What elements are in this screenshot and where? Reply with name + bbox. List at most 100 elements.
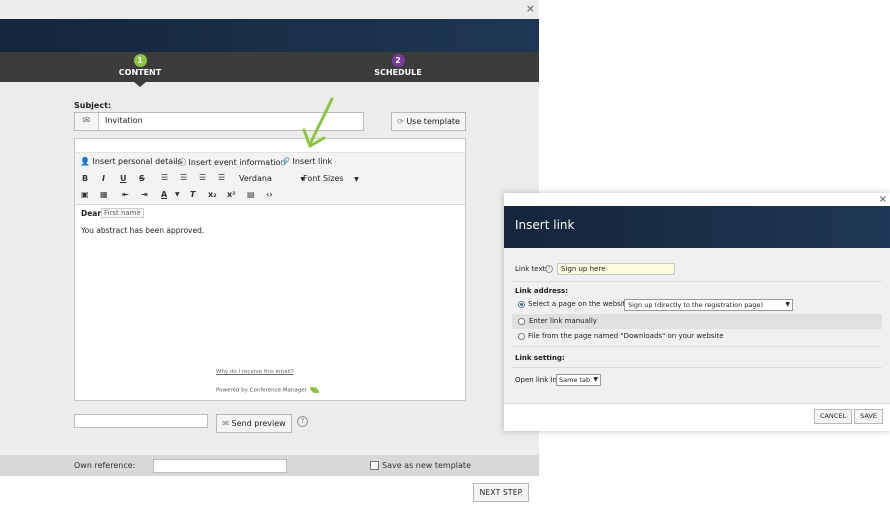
outdent-icon[interactable]: ⇤	[122, 190, 129, 199]
use-template-button[interactable]: ⟳ Use template	[391, 112, 466, 131]
step-number-badge: 1	[133, 54, 147, 67]
align-right-icon[interactable]: ☰	[199, 173, 206, 182]
divider	[512, 346, 882, 347]
step-label: CONTENT	[118, 68, 162, 77]
step-schedule[interactable]: 2 SCHEDULE	[358, 54, 438, 77]
enter-manually-label[interactable]: Enter link manually	[529, 317, 597, 325]
dialog-footer: CANCEL SAVE	[504, 403, 890, 431]
insert-link-dialog: × Insert link Link text: ? Sign up here …	[504, 193, 890, 431]
open-link-in-select[interactable]: Same tab ▼	[556, 374, 601, 386]
align-justify-icon[interactable]: ☰	[218, 173, 225, 182]
link-text-input[interactable]: Sign up here	[557, 263, 675, 275]
image-icon[interactable]: ▣	[81, 190, 89, 199]
window-header	[0, 19, 539, 52]
source-code-icon[interactable]: ‹›	[266, 190, 273, 199]
own-reference-label: Own reference:	[74, 461, 136, 470]
dialog-title: Insert link	[515, 218, 575, 232]
insert-link-button[interactable]: 🔗 Insert link	[280, 157, 332, 166]
step-content[interactable]: 1 CONTENT	[100, 54, 180, 77]
greeting-text: Dear	[81, 209, 102, 218]
editor-toolbar: 👤 Insert personal details ⓘ Insert event…	[75, 152, 465, 205]
font-family-select[interactable]: Verdana ▼	[239, 174, 305, 183]
envelope-icon: ✉	[75, 113, 99, 130]
table-icon[interactable]: ▦	[100, 190, 108, 199]
send-preview-button[interactable]: ✉ Send preview	[216, 414, 292, 433]
divider	[512, 367, 882, 368]
paste-icon[interactable]: ▤	[247, 190, 255, 199]
why-receive-email-link[interactable]: Why do I receive this email?	[216, 369, 294, 375]
radio-select-page[interactable]	[518, 301, 525, 308]
step-number-badge: 2	[391, 54, 405, 67]
powered-by-text: Powered by Conference Manager	[216, 387, 307, 394]
step-label: SCHEDULE	[374, 68, 422, 77]
refresh-icon: ⟳	[397, 117, 404, 126]
use-template-label: Use template	[406, 117, 460, 126]
file-downloads-label[interactable]: File from the page named "Downloads" on …	[528, 332, 724, 340]
font-color-icon[interactable]: A	[161, 190, 167, 199]
help-icon[interactable]: ?	[297, 416, 308, 427]
save-as-template-checkbox[interactable]	[370, 461, 379, 470]
subject-input[interactable]: Invitation	[105, 116, 143, 125]
link-text-label: Link text:	[515, 265, 548, 273]
powered-by-footer: Powered by Conference Manager	[216, 387, 319, 394]
close-icon[interactable]: ×	[526, 3, 535, 15]
save-as-template-label[interactable]: Save as new template	[382, 461, 471, 470]
font-family-value: Verdana	[239, 174, 272, 183]
align-center-icon[interactable]: ☰	[180, 173, 187, 182]
save-button[interactable]: SAVE	[854, 409, 883, 424]
own-reference-input[interactable]	[153, 459, 287, 473]
chevron-down-icon: ▼	[785, 301, 790, 308]
font-size-select[interactable]: Font Sizes ▼	[303, 174, 359, 183]
email-editor-window: × 1 CONTENT 2 SCHEDULE Subject: ✉ Invita…	[0, 0, 539, 508]
open-link-in-value: Same tab	[559, 376, 591, 384]
strikethrough-button[interactable]: S	[139, 174, 145, 183]
info-icon: ⓘ	[178, 158, 186, 167]
radio-file-downloads[interactable]	[518, 333, 525, 340]
superscript-icon[interactable]: x²	[227, 190, 236, 199]
dropdown-arrow-icon[interactable]: ▼	[175, 191, 180, 198]
active-step-pointer	[134, 82, 146, 87]
bold-button[interactable]: B	[82, 174, 88, 183]
help-icon[interactable]: ?	[545, 265, 553, 273]
insert-event-information-button[interactable]: ⓘ Insert event information	[178, 157, 286, 168]
next-step-button[interactable]: NEXT STEP	[473, 483, 529, 502]
link-address-label: Link address:	[515, 287, 569, 295]
subscript-icon[interactable]: x₂	[208, 190, 217, 199]
envelope-icon: ✉	[222, 419, 229, 428]
radio-enter-manually[interactable]	[518, 318, 525, 325]
clear-format-icon[interactable]: T	[190, 190, 195, 199]
select-page-label[interactable]: Select a page on the website	[528, 300, 630, 308]
dialog-header: Insert link	[504, 206, 890, 248]
underline-button[interactable]: U	[120, 174, 127, 183]
indent-icon[interactable]: ⇥	[141, 190, 148, 199]
subject-label: Subject:	[74, 101, 112, 110]
insert-link-label: Insert link	[292, 157, 333, 166]
person-icon: 👤	[80, 157, 90, 166]
font-size-value: Font Sizes	[303, 174, 344, 183]
page-select-value: Sign up (directly to the registration pa…	[628, 301, 764, 309]
dialog-body: Link text: ? Sign up here Link address: …	[504, 248, 890, 403]
chevron-down-icon: ▼	[593, 376, 598, 383]
cancel-button[interactable]: CANCEL	[814, 409, 852, 424]
enter-manually-row[interactable]: Enter link manually	[512, 314, 882, 329]
italic-button[interactable]: I	[102, 174, 105, 183]
link-setting-label: Link setting:	[515, 354, 565, 362]
close-icon[interactable]: ×	[879, 194, 887, 205]
first-name-merge-tag[interactable]: First name	[101, 208, 144, 218]
divider	[512, 281, 882, 282]
bottom-area	[0, 476, 539, 508]
insert-personal-details-label: Insert personal details	[92, 157, 182, 166]
preview-email-input[interactable]	[74, 414, 208, 428]
open-link-in-label: Open link in	[515, 376, 557, 384]
rich-text-editor: 👤 Insert personal details ⓘ Insert event…	[74, 138, 466, 401]
align-left-icon[interactable]: ☰	[161, 173, 168, 182]
step-navigation: 1 CONTENT 2 SCHEDULE	[0, 52, 539, 82]
insert-personal-details-button[interactable]: 👤 Insert personal details	[80, 157, 182, 166]
dropdown-arrow-icon: ▼	[354, 176, 359, 183]
page-select-dropdown[interactable]: Sign up (directly to the registration pa…	[624, 299, 793, 311]
green-arrow-annotation	[302, 97, 334, 148]
insert-event-information-label: Insert event information	[188, 158, 286, 167]
send-preview-label: Send preview	[231, 419, 286, 428]
link-icon: 🔗	[280, 157, 290, 166]
body-text: You abstract has been approved.	[81, 226, 205, 235]
